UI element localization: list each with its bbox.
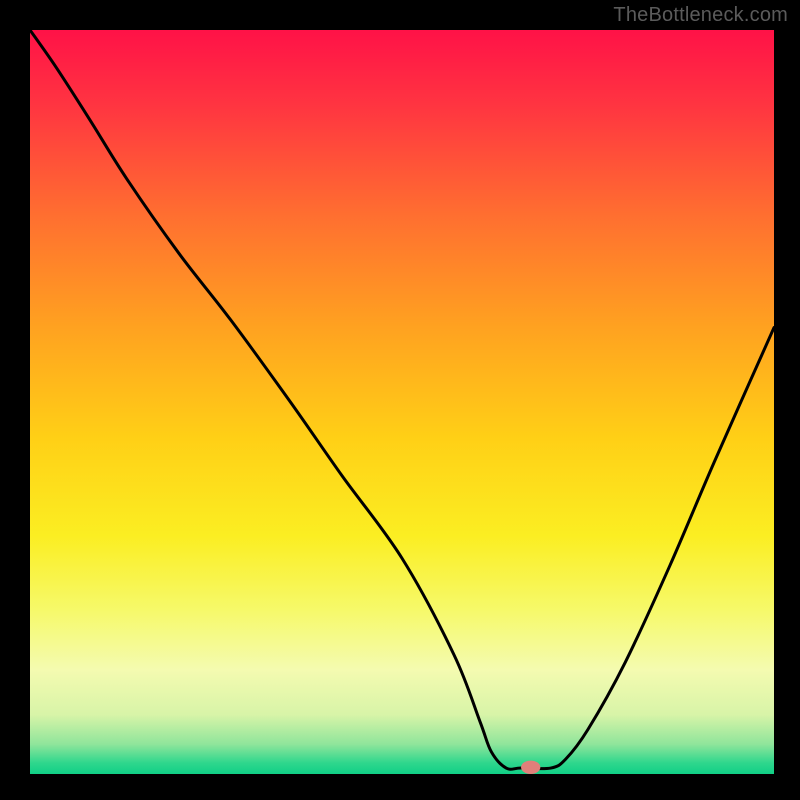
plot-background: [30, 30, 774, 774]
chart-container: TheBottleneck.com: [0, 0, 800, 800]
optimum-marker: [521, 761, 540, 774]
bottleneck-chart: [0, 0, 800, 800]
watermark-label: TheBottleneck.com: [613, 4, 788, 27]
